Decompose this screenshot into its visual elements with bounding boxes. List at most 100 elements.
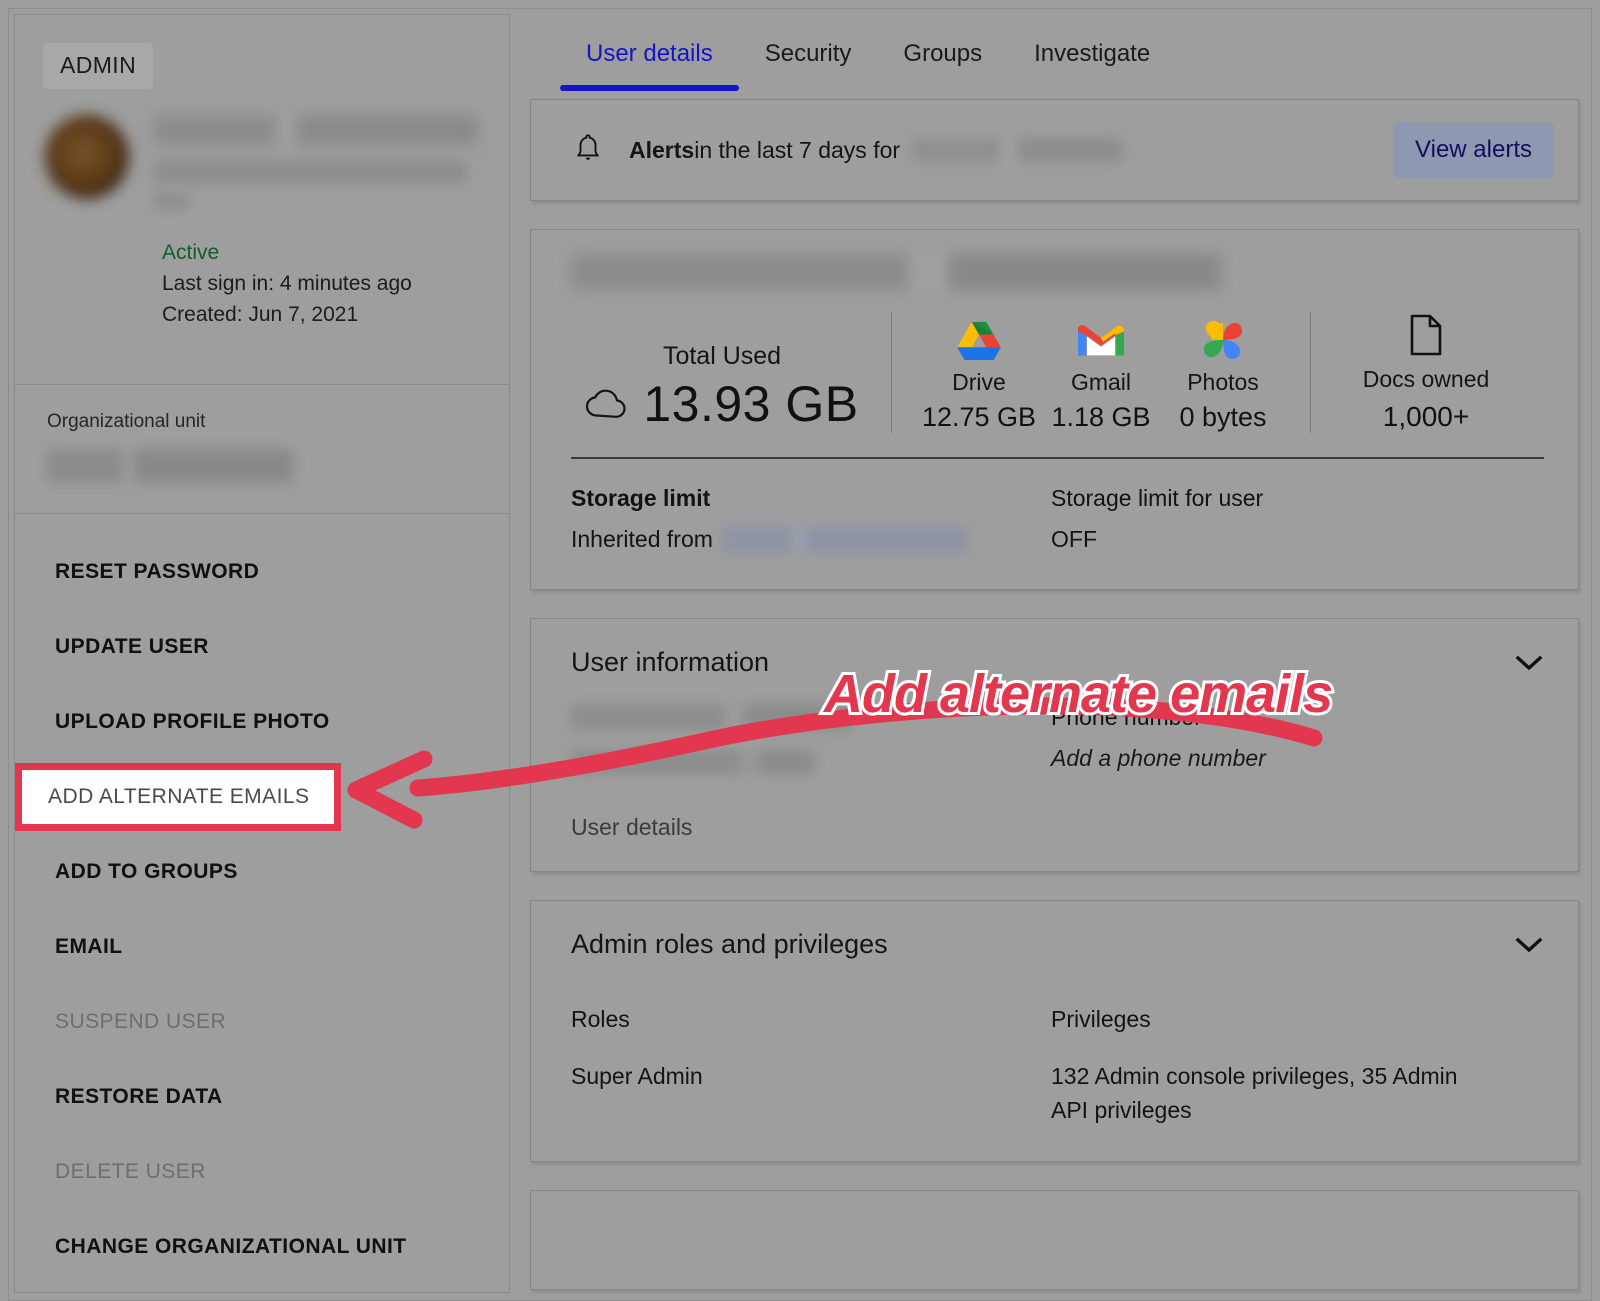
privileges-label: Privileges — [1051, 1006, 1531, 1033]
organizational-unit-block: Organizational unit — [15, 385, 509, 507]
docs-owned-label: Docs owned — [1341, 366, 1511, 393]
total-used-value-row: 13.93 GB — [571, 375, 873, 433]
sidebar-item-label: SUSPEND USER — [55, 1010, 226, 1034]
storage-card: Total Used 13.93 GB — [530, 229, 1579, 590]
user-details-content: User details Security Groups Investigate… — [530, 14, 1585, 1293]
tab-bar: User details Security Groups Investigate — [530, 14, 1585, 99]
last-sign-in: Last sign in: 4 minutes ago — [162, 268, 509, 299]
annotation-label: Add alternate emails — [824, 663, 1332, 725]
app-name: Photos — [1162, 369, 1284, 396]
document-icon — [1341, 312, 1511, 358]
user-email-redacted — [153, 161, 480, 183]
tab-user-details[interactable]: User details — [560, 14, 739, 68]
storage-limit-label: Storage limit — [571, 485, 1051, 512]
storage-limit-value: Inherited from — [571, 526, 1051, 553]
sidebar-item-label: CHANGE ORGANIZATIONAL UNIT — [55, 1235, 407, 1259]
app-name: Drive — [918, 369, 1040, 396]
sidebar-item-label: UPLOAD PROFILE PHOTO — [55, 710, 330, 734]
avatar — [45, 115, 129, 199]
docs-owned-value: 1,000+ — [1341, 401, 1511, 433]
phone-number-hint[interactable]: Add a phone number — [1051, 745, 1531, 772]
alerts-bold-prefix: Alerts — [629, 137, 694, 164]
tab-security[interactable]: Security — [739, 14, 878, 68]
user-actions-menu: RESET PASSWORD UPDATE USER UPLOAD PROFIL… — [15, 514, 509, 1284]
sidebar-item-label: EMAIL — [55, 935, 123, 959]
app-gmail: Gmail 1.18 GB — [1040, 317, 1162, 433]
storage-limit-user-label: Storage limit for user — [1051, 485, 1531, 512]
sidebar-item-change-organizational-unit[interactable]: CHANGE ORGANIZATIONAL UNIT — [15, 1209, 509, 1284]
sidebar-item-update-user[interactable]: UPDATE USER — [15, 609, 509, 684]
user-details-link[interactable]: User details — [571, 814, 1544, 841]
alerts-text: Alerts in the last 7 days for — [629, 137, 1393, 164]
admin-roles-card: Admin roles and privileges Roles Super A… — [530, 900, 1579, 1162]
sidebar-item-suspend-user: SUSPEND USER — [15, 984, 509, 1059]
storage-card-title-redacted — [571, 254, 1221, 290]
sidebar-item-reset-password[interactable]: RESET PASSWORD — [15, 534, 509, 609]
sidebar-item-upload-profile-photo[interactable]: UPLOAD PROFILE PHOTO — [15, 684, 509, 759]
storage-limit-row: Storage limit Inherited from Storage lim… — [571, 485, 1544, 563]
google-photos-icon — [1162, 317, 1284, 363]
admin-badge: ADMIN — [43, 43, 153, 89]
view-alerts-button[interactable]: View alerts — [1393, 122, 1554, 178]
sidebar-item-label: DELETE USER — [55, 1160, 206, 1184]
created-date: Created: Jun 7, 2021 — [162, 299, 509, 330]
org-unit-label: Organizational unit — [47, 411, 509, 433]
tab-label: Groups — [903, 40, 982, 67]
roles-value: Super Admin — [571, 1059, 1011, 1093]
sidebar-item-add-to-groups[interactable]: ADD TO GROUPS — [15, 834, 509, 909]
alerts-banner: Alerts in the last 7 days for View alert… — [530, 99, 1579, 201]
roles-label: Roles — [571, 1006, 1051, 1033]
chevron-down-icon[interactable] — [1514, 936, 1544, 954]
user-identity — [45, 111, 509, 209]
cloud-icon — [585, 389, 627, 419]
user-information-card: User information Phone number Add a phon… — [530, 618, 1579, 872]
storage-limit-ou-redacted — [723, 527, 967, 553]
privileges-col: Privileges 132 Admin console privileges,… — [1051, 1006, 1531, 1127]
total-used-value: 13.93 GB — [643, 375, 858, 433]
chevron-down-icon[interactable] — [1514, 654, 1544, 672]
sidebar-item-add-alternate-emails[interactable]: ADD ALTERNATE EMAILS — [15, 763, 341, 831]
org-unit-value-redacted — [47, 449, 293, 483]
sidebar-item-label: RESET PASSWORD — [55, 560, 259, 584]
storage-limit-user-col: Storage limit for user OFF — [1051, 485, 1531, 553]
admin-roles-header[interactable]: Admin roles and privileges — [571, 929, 1544, 986]
app-size: 12.75 GB — [918, 402, 1040, 433]
app-photos: Photos 0 bytes — [1162, 317, 1284, 433]
sidebar-item-label: ADD TO GROUPS — [55, 860, 238, 884]
sidebar-item-label: UPDATE USER — [55, 635, 209, 659]
user-email-redacted-overflow — [153, 193, 189, 209]
user-summary-panel: ADMIN Active Last sign in: 4 minutes ago… — [14, 14, 510, 1293]
tab-groups[interactable]: Groups — [877, 14, 1008, 68]
user-primary-email-redacted — [571, 750, 814, 774]
app-drive: Drive 12.75 GB — [918, 317, 1040, 433]
user-name-redacted — [153, 115, 478, 145]
storage-limit-value-text: Inherited from — [571, 526, 713, 553]
user-fullname-redacted — [571, 704, 851, 730]
tab-investigate[interactable]: Investigate — [1008, 14, 1176, 68]
docs-owned-block: Docs owned 1,000+ — [1311, 312, 1511, 433]
sidebar-item-delete-user: DELETE USER — [15, 1134, 509, 1209]
user-status-block: Active Last sign in: 4 minutes ago Creat… — [162, 237, 509, 330]
privileges-value: 132 Admin console privileges, 35 Admin A… — [1051, 1059, 1491, 1127]
alerts-user-name-redacted — [912, 138, 1122, 162]
app-size: 0 bytes — [1162, 402, 1284, 433]
app-name: Gmail — [1040, 369, 1162, 396]
alerts-rest: in the last 7 days for — [694, 137, 900, 164]
total-used-label: Total Used — [571, 342, 873, 371]
sidebar-item-email[interactable]: EMAIL — [15, 909, 509, 984]
gmail-icon — [1040, 317, 1162, 363]
screenshot-root: ADMIN Active Last sign in: 4 minutes ago… — [0, 0, 1600, 1301]
total-used-block: Total Used 13.93 GB — [571, 342, 891, 433]
admin-roles-title: Admin roles and privileges — [571, 929, 888, 960]
status-badge: Active — [162, 237, 509, 268]
app-breakdown: Drive 12.75 GB — [892, 317, 1310, 433]
storage-summary-row: Total Used 13.93 GB — [571, 304, 1544, 453]
next-card-partial — [530, 1190, 1579, 1290]
storage-limit-user-value: OFF — [1051, 526, 1531, 553]
bell-icon — [573, 133, 603, 167]
roles-col: Roles Super Admin — [571, 1006, 1051, 1127]
google-drive-icon — [918, 317, 1040, 363]
sidebar-item-label: ADD ALTERNATE EMAILS — [48, 785, 309, 809]
admin-roles-row: Roles Super Admin Privileges 132 Admin c… — [571, 986, 1544, 1127]
sidebar-item-restore-data[interactable]: RESTORE DATA — [15, 1059, 509, 1134]
